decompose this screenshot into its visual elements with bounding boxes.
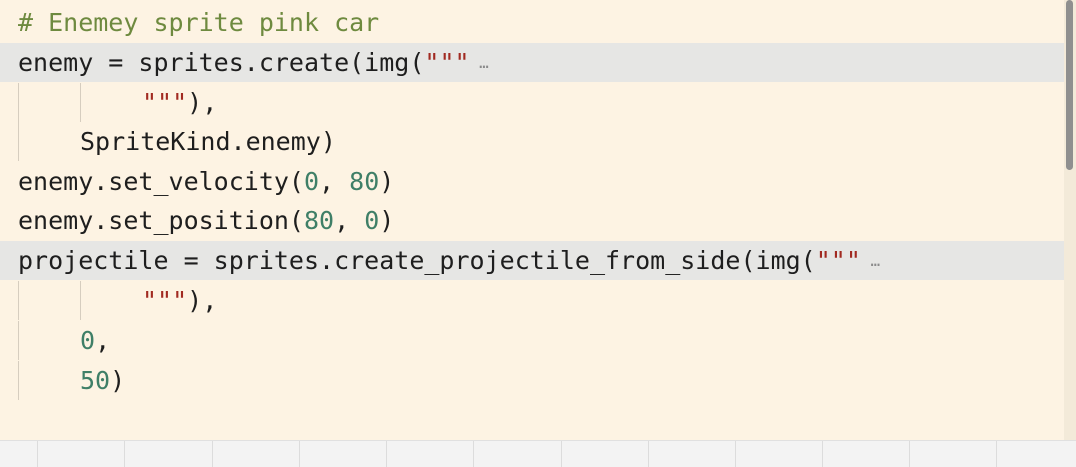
code-editor[interactable]: # Enemey sprite pink car enemy = sprites.…: [0, 0, 1076, 440]
toolbar-divider: [909, 441, 910, 467]
toolbar-divider: [822, 441, 823, 467]
code-line[interactable]: # Enemey sprite pink car: [0, 3, 1064, 42]
toolbar-divider: [473, 441, 474, 467]
code-line[interactable]: """),: [0, 281, 1064, 320]
code-token: enemy = sprites.create(img(: [18, 48, 425, 77]
toolbar-divider: [386, 441, 387, 467]
toolbar-divider: [735, 441, 736, 467]
indent-guide: [18, 83, 19, 122]
code-number: 80: [349, 167, 380, 196]
toolbar-divider: [648, 441, 649, 467]
code-line[interactable]: projectile = sprites.create_projectile_f…: [0, 241, 1064, 280]
toolbar-divider: [299, 441, 300, 467]
indent-guide: [18, 321, 19, 360]
code-number: 50: [80, 366, 111, 395]
code-token: ,: [319, 167, 350, 196]
code-line[interactable]: enemy.set_position(80, 0): [0, 201, 1064, 240]
code-token: SpriteKind.enemy): [80, 127, 336, 156]
toolbar-divider: [37, 441, 38, 467]
indent-guide: [80, 281, 81, 320]
toolbar-divider: [996, 441, 997, 467]
toolbar-divider: [124, 441, 125, 467]
code-token: ): [110, 366, 126, 395]
toolbar-divider: [212, 441, 213, 467]
code-string: """: [142, 286, 188, 315]
code-token: projectile = sprites.create_projectile_f…: [18, 246, 816, 275]
indent-guide: [18, 361, 19, 400]
code-line[interactable]: """),: [0, 83, 1064, 122]
code-line[interactable]: enemy.set_velocity(0, 80): [0, 162, 1064, 201]
code-number: 0: [364, 206, 380, 235]
indent-guide: [18, 122, 19, 161]
code-number: 0: [80, 326, 96, 355]
code-line[interactable]: 50): [0, 361, 1064, 400]
code-token: ),: [187, 286, 218, 315]
code-string: """: [815, 246, 861, 275]
code-string: """: [142, 88, 188, 117]
fold-ellipsis-icon[interactable]: …: [861, 251, 881, 270]
code-line[interactable]: SpriteKind.enemy): [0, 122, 1064, 161]
toolbar-divider: [561, 441, 562, 467]
code-token: ),: [187, 88, 218, 117]
code-comment: # Enemey sprite pink car: [18, 8, 380, 37]
code-line[interactable]: 0,: [0, 321, 1064, 360]
code-token: enemy.set_position(: [18, 206, 304, 235]
indent-guide: [80, 83, 81, 122]
bottom-toolbar: [0, 440, 1076, 467]
code-number: 80: [303, 206, 335, 235]
code-number: 0: [303, 167, 320, 196]
code-token: enemy.set_velocity(: [18, 167, 304, 196]
vertical-scrollbar[interactable]: [1064, 0, 1076, 440]
code-token: ): [379, 206, 395, 235]
code-token: ): [379, 167, 395, 196]
code-line[interactable]: enemy = sprites.create(img(""" …: [0, 43, 1064, 82]
indent-guide: [18, 281, 19, 320]
code-string: """: [424, 48, 470, 77]
code-token: ,: [334, 206, 365, 235]
scrollbar-thumb[interactable]: [1066, 0, 1073, 170]
code-token: ,: [95, 326, 111, 355]
fold-ellipsis-icon[interactable]: …: [470, 53, 489, 72]
